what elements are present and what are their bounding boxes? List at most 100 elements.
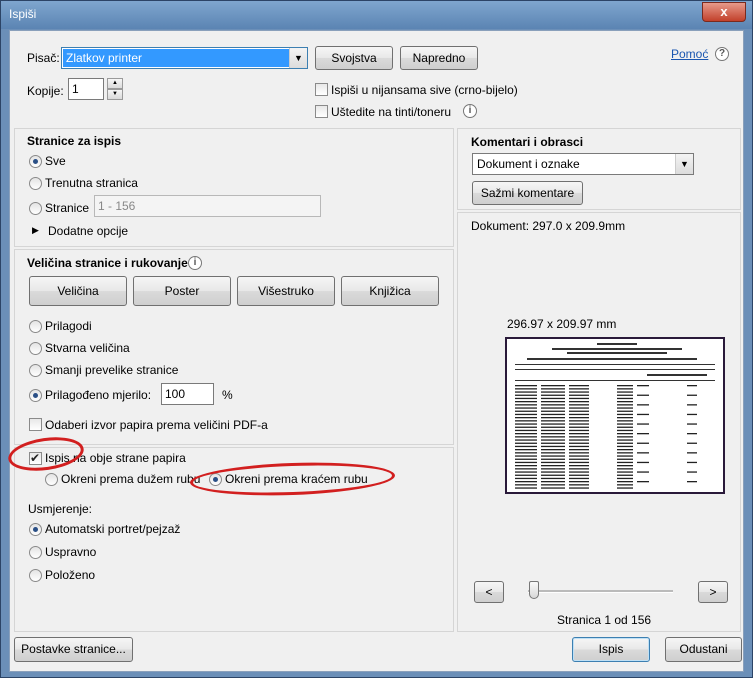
actual-size-radio[interactable] (29, 342, 42, 355)
preview-text-line (617, 449, 633, 451)
preview-text-line (515, 442, 537, 444)
preview-text-line (687, 423, 697, 425)
page-slider-thumb[interactable] (529, 581, 539, 599)
custom-scale-input[interactable]: 100 (161, 383, 214, 405)
copies-down-arrow-icon[interactable]: ▼ (107, 89, 123, 100)
save-ink-checkbox[interactable] (315, 105, 328, 118)
preview-text-line (541, 477, 565, 480)
help-icon[interactable]: ? (715, 47, 729, 61)
page-status-label: Stranica 1 od 156 (557, 613, 652, 627)
landscape-radio[interactable] (29, 569, 42, 582)
page-sizing-info-icon[interactable]: i (188, 256, 202, 270)
custom-scale-radio[interactable] (29, 389, 42, 402)
prev-page-button[interactable]: < (474, 581, 504, 603)
preview-text-line (569, 471, 589, 473)
copies-up-arrow-icon[interactable]: ▲ (107, 78, 123, 89)
preview-text-line (515, 433, 537, 435)
paper-source-checkbox[interactable] (29, 418, 42, 431)
dialog-body: Pisač: Zlatkov printer ▼ Svojstva Napred… (6, 30, 744, 672)
cancel-button[interactable]: Odustani (665, 637, 742, 662)
next-page-button[interactable]: > (698, 581, 728, 603)
expand-triangle-icon[interactable]: ▶ (32, 225, 39, 236)
grayscale-checkbox[interactable] (315, 83, 328, 96)
auto-orientation-label: Automatski portret/pejzaž (45, 522, 181, 536)
close-button[interactable]: x (702, 2, 746, 22)
preview-text-line (541, 391, 565, 393)
preview-text-line (515, 477, 537, 480)
preview-text-line (687, 461, 697, 464)
print-button[interactable]: Ispis (572, 637, 650, 662)
long-edge-radio[interactable] (45, 473, 58, 486)
preview-text-line (541, 420, 565, 422)
preview-text-line (687, 442, 697, 444)
preview-text-line (515, 401, 537, 403)
preview-text-line (617, 458, 633, 460)
comments-select[interactable]: Dokument i oznake ▼ (472, 153, 694, 175)
preview-text-line (569, 452, 589, 454)
comments-select-value: Dokument i oznake (477, 157, 580, 171)
preview-text-line (637, 433, 649, 435)
preview-text-line (541, 455, 565, 457)
pages-current-label: Trenutna stranica (45, 176, 138, 190)
preview-text-line (541, 439, 565, 441)
preview-text-line (515, 420, 537, 422)
preview-text-line (569, 413, 589, 416)
preview-text-line (617, 442, 633, 444)
fit-label: Prilagodi (45, 319, 92, 333)
printer-select[interactable]: Zlatkov printer ▼ (61, 47, 308, 69)
more-options-label[interactable]: Dodatne opcije (48, 224, 128, 238)
tab-booklet[interactable]: Knjižica (341, 276, 439, 306)
chevron-down-icon[interactable]: ▼ (289, 48, 307, 68)
preview-text-line (541, 449, 565, 451)
preview-text-line (541, 423, 565, 425)
preview-text-line (617, 429, 633, 432)
preview-text-line (541, 394, 565, 396)
preview-text-line (515, 397, 537, 400)
preview-text-line (687, 404, 697, 406)
preview-text-line (515, 413, 537, 416)
preview-text-line (569, 394, 589, 396)
pages-range-radio[interactable] (29, 202, 42, 215)
preview-text-line (569, 426, 589, 428)
tab-poster[interactable]: Poster (133, 276, 231, 306)
pages-range-input[interactable]: 1 - 156 (94, 195, 321, 217)
preview-text-line (617, 436, 633, 438)
pages-all-radio[interactable] (29, 155, 42, 168)
title-bar[interactable]: Ispiši x (1, 1, 752, 29)
page-setup-button[interactable]: Postavke stranice... (14, 637, 133, 662)
preview-text-line (617, 401, 633, 403)
preview-text-line (569, 436, 589, 438)
print-dialog-window: Ispiši x Pisač: Zlatkov printer ▼ Svojst… (0, 0, 753, 678)
pages-current-radio[interactable] (29, 177, 42, 190)
preview-text-line (541, 429, 565, 432)
pages-group-title: Stranice za ispis (27, 134, 122, 148)
page-size-label: 296.97 x 209.97 mm (507, 317, 617, 331)
portrait-radio[interactable] (29, 546, 42, 559)
preview-text-line (687, 385, 697, 387)
chevron-down-icon[interactable]: ▼ (675, 154, 693, 174)
preview-text-line (515, 385, 537, 387)
preview-text-line (637, 404, 649, 406)
summarize-comments-button[interactable]: Sažmi komentare (472, 181, 583, 205)
shrink-label: Smanji prevelike stranice (45, 363, 179, 377)
pages-range-value: 1 - 156 (98, 199, 136, 213)
page-slider-track[interactable] (528, 590, 673, 593)
preview-text-line (515, 445, 537, 448)
preview-text-line (569, 468, 589, 470)
pages-range-label: Stranice (45, 201, 90, 215)
preview-text-line (569, 433, 589, 435)
shrink-radio[interactable] (29, 364, 42, 377)
preview-text-line (541, 413, 565, 416)
properties-button[interactable]: Svojstva (315, 46, 393, 70)
page-preview (505, 337, 725, 494)
save-ink-info-icon[interactable]: i (463, 104, 477, 118)
advanced-button[interactable]: Napredno (400, 46, 478, 70)
tab-size[interactable]: Veličina (29, 276, 127, 306)
tab-multiple[interactable]: Višestruko (237, 276, 335, 306)
auto-orientation-radio[interactable] (29, 523, 42, 536)
fit-radio[interactable] (29, 320, 42, 333)
preview-text-line (569, 401, 589, 403)
help-link[interactable]: Pomoć (671, 47, 708, 61)
preview-text-line (541, 433, 565, 435)
copies-input[interactable]: 1 (68, 78, 104, 100)
